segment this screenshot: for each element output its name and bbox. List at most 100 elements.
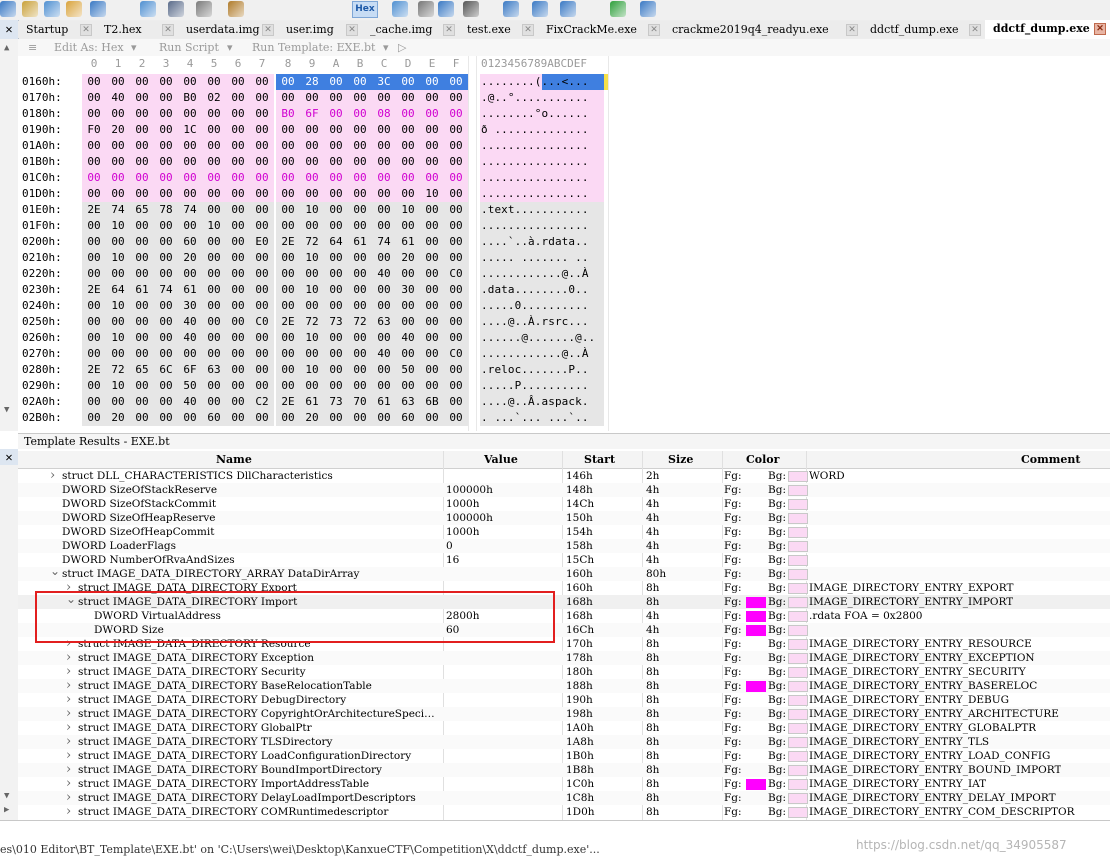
- hex-byte[interactable]: C0: [444, 266, 468, 282]
- hex-byte[interactable]: 72: [106, 362, 130, 378]
- hex-byte[interactable]: 00: [250, 106, 274, 122]
- template-row[interactable]: › struct IMAGE_DATA_DIRECTORY COMRuntimed…: [18, 805, 1110, 819]
- hex-byte[interactable]: 00: [226, 186, 250, 202]
- hex-byte[interactable]: 00: [250, 282, 274, 298]
- hex-byte[interactable]: 00: [82, 170, 106, 186]
- hex-byte[interactable]: 10: [300, 282, 324, 298]
- hex-byte[interactable]: 28: [300, 74, 324, 90]
- font-icon[interactable]: [196, 1, 212, 17]
- file-tab[interactable]: test.exe ✕: [459, 21, 539, 38]
- hex-byte[interactable]: 73: [324, 394, 348, 410]
- template-row[interactable]: DWORD SizeOfHeapCommit 1000h 154h 4h Fg: Bg:: [18, 525, 1110, 539]
- ascii-text[interactable]: ..... ....... ..: [481, 250, 589, 266]
- expand-right-icon[interactable]: ›: [66, 693, 71, 707]
- hex-byte[interactable]: 00: [106, 74, 130, 90]
- hex-byte[interactable]: 00: [276, 170, 300, 186]
- hex-byte[interactable]: 00: [82, 154, 106, 170]
- expand-right-icon[interactable]: ›: [66, 805, 71, 819]
- hex-byte[interactable]: 40: [106, 90, 130, 106]
- hex-byte[interactable]: 61: [178, 282, 202, 298]
- hex-byte[interactable]: 1C: [178, 122, 202, 138]
- hex-byte[interactable]: 00: [250, 410, 274, 426]
- template-row[interactable]: DWORD SizeOfStackCommit 1000h 14Ch 4h Fg: Bg:: [18, 497, 1110, 511]
- hex-byte[interactable]: 00: [444, 74, 468, 90]
- checksum-icon[interactable]: [640, 1, 656, 17]
- hex-byte[interactable]: 00: [396, 138, 420, 154]
- hex-byte[interactable]: 61: [300, 394, 324, 410]
- hex-byte[interactable]: 00: [250, 74, 274, 90]
- hex-byte[interactable]: 00: [396, 154, 420, 170]
- paragraph-icon[interactable]: [418, 1, 434, 17]
- bg-color-swatch[interactable]: [788, 555, 808, 566]
- hex-byte[interactable]: 00: [444, 106, 468, 122]
- hex-byte[interactable]: 00: [300, 218, 324, 234]
- ascii-text[interactable]: ................: [481, 154, 589, 170]
- hex-byte[interactable]: 00: [202, 266, 226, 282]
- hex-byte[interactable]: 00: [444, 202, 468, 218]
- hex-byte[interactable]: 00: [226, 170, 250, 186]
- hex-byte[interactable]: 00: [444, 394, 468, 410]
- hex-byte[interactable]: 00: [324, 378, 348, 394]
- hex-byte[interactable]: 00: [226, 202, 250, 218]
- header-size[interactable]: Size: [668, 451, 693, 468]
- hex-byte[interactable]: 00: [300, 122, 324, 138]
- hex-byte[interactable]: 00: [348, 378, 372, 394]
- fg-color-swatch[interactable]: [746, 597, 766, 608]
- tab-close-icon[interactable]: ✕: [346, 24, 358, 36]
- template-row[interactable]: › struct IMAGE_DATA_DIRECTORY CopyrightOr…: [18, 707, 1110, 721]
- bg-color-swatch[interactable]: [788, 667, 808, 678]
- hex-byte[interactable]: 00: [82, 186, 106, 202]
- hex-byte[interactable]: 00: [372, 378, 396, 394]
- hex-byte[interactable]: 00: [420, 266, 444, 282]
- hex-byte[interactable]: 00: [226, 250, 250, 266]
- hex-byte[interactable]: 00: [444, 154, 468, 170]
- ascii-text[interactable]: .reloc.......P..: [481, 362, 589, 378]
- hex-byte[interactable]: 61: [130, 282, 154, 298]
- hex-byte[interactable]: 00: [202, 234, 226, 250]
- hex-byte[interactable]: 61: [396, 234, 420, 250]
- file-tab[interactable]: ddctf_dump.exe ✕: [985, 20, 1110, 39]
- bg-color-swatch[interactable]: [788, 765, 808, 776]
- hex-byte[interactable]: 00: [324, 122, 348, 138]
- hex-byte[interactable]: 00: [420, 234, 444, 250]
- hex-byte[interactable]: 00: [130, 234, 154, 250]
- header-value[interactable]: Value: [484, 451, 518, 468]
- template-row[interactable]: › struct IMAGE_DATA_DIRECTORY ImportAddre…: [18, 777, 1110, 791]
- hex-byte[interactable]: 00: [250, 218, 274, 234]
- hex-byte[interactable]: 00: [276, 74, 300, 90]
- hex-byte[interactable]: 00: [106, 186, 130, 202]
- hex-byte[interactable]: 00: [250, 362, 274, 378]
- hex-byte[interactable]: 00: [130, 186, 154, 202]
- hex-byte[interactable]: 00: [276, 138, 300, 154]
- bg-color-swatch[interactable]: [788, 681, 808, 692]
- hex-byte[interactable]: 00: [82, 234, 106, 250]
- hex-byte[interactable]: 00: [444, 330, 468, 346]
- hex-byte[interactable]: 00: [300, 186, 324, 202]
- hex-byte[interactable]: 00: [250, 202, 274, 218]
- ascii-text[interactable]: ....@..À.rsrc...: [481, 314, 589, 330]
- ascii-text[interactable]: ................: [481, 218, 589, 234]
- hex-byte[interactable]: 00: [276, 122, 300, 138]
- file-tab[interactable]: userdata.img ✕: [178, 21, 279, 38]
- tab-close-icon[interactable]: ✕: [846, 24, 858, 36]
- hex-byte[interactable]: 00: [82, 106, 106, 122]
- hex-byte[interactable]: 00: [130, 250, 154, 266]
- hex-byte[interactable]: 00: [324, 218, 348, 234]
- hex-byte[interactable]: 2E: [82, 282, 106, 298]
- hex-byte[interactable]: 00: [348, 122, 372, 138]
- hex-byte[interactable]: 00: [444, 218, 468, 234]
- hex-byte[interactable]: 20: [178, 250, 202, 266]
- hex-byte[interactable]: 00: [226, 282, 250, 298]
- hex-byte[interactable]: 00: [276, 298, 300, 314]
- close-panel-icon[interactable]: ✕: [0, 449, 18, 465]
- hex-byte[interactable]: 00: [82, 346, 106, 362]
- hex-byte[interactable]: 00: [250, 90, 274, 106]
- hex-byte[interactable]: 02: [202, 90, 226, 106]
- hex-byte[interactable]: 00: [106, 234, 130, 250]
- hex-byte[interactable]: 00: [250, 266, 274, 282]
- hex-byte[interactable]: 00: [420, 106, 444, 122]
- hex-byte[interactable]: 00: [420, 378, 444, 394]
- hex-byte[interactable]: 08: [372, 106, 396, 122]
- ascii-text[interactable]: .....0..........: [481, 298, 589, 314]
- hex-byte[interactable]: 00: [420, 74, 444, 90]
